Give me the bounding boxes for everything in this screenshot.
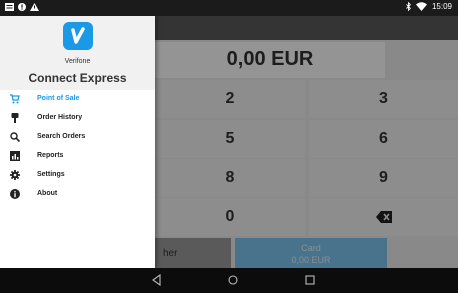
menu-item-label: About (37, 190, 58, 197)
info-icon (10, 189, 20, 199)
recents-icon[interactable] (303, 274, 317, 286)
menu-item-reports[interactable]: Reports (0, 147, 155, 166)
navigation-bar (0, 268, 458, 293)
cart-icon (10, 94, 20, 104)
brand-name: Verifone (64, 58, 91, 65)
menu-item-label: Order History (37, 114, 83, 121)
drawer-header: Verifone Connect Express (0, 16, 155, 90)
verifone-logo (63, 22, 93, 50)
chart-icon (10, 151, 20, 161)
warning-icon (30, 3, 39, 11)
drawer-scrim[interactable] (155, 16, 458, 268)
gear-icon (10, 170, 20, 180)
status-bar: 15:09 (0, 0, 458, 16)
menu-item-point-of-sale[interactable]: Point of Sale (0, 90, 155, 109)
menu-item-order-history[interactable]: Order History (0, 109, 155, 128)
back-icon[interactable] (150, 274, 164, 286)
menu-item-settings[interactable]: Settings (0, 166, 155, 185)
menu-item-label: Reports (37, 152, 64, 159)
notification-icon (5, 3, 14, 11)
search-icon (10, 132, 20, 142)
history-icon (11, 113, 19, 123)
home-icon[interactable] (226, 274, 240, 286)
wifi-icon (415, 2, 427, 11)
alert-icon (18, 3, 26, 11)
navigation-drawer: Verifone Connect Express Point of Sale O… (0, 16, 155, 268)
menu-item-about[interactable]: About (0, 185, 155, 204)
menu-item-search-orders[interactable]: Search Orders (0, 128, 155, 147)
bluetooth-icon (406, 2, 411, 11)
menu-item-label: Search Orders (37, 133, 86, 140)
app-name: Connect Express (28, 71, 127, 85)
clock: 15:09 (431, 2, 452, 11)
menu-item-label: Point of Sale (37, 95, 80, 102)
menu-item-label: Settings (37, 171, 65, 178)
